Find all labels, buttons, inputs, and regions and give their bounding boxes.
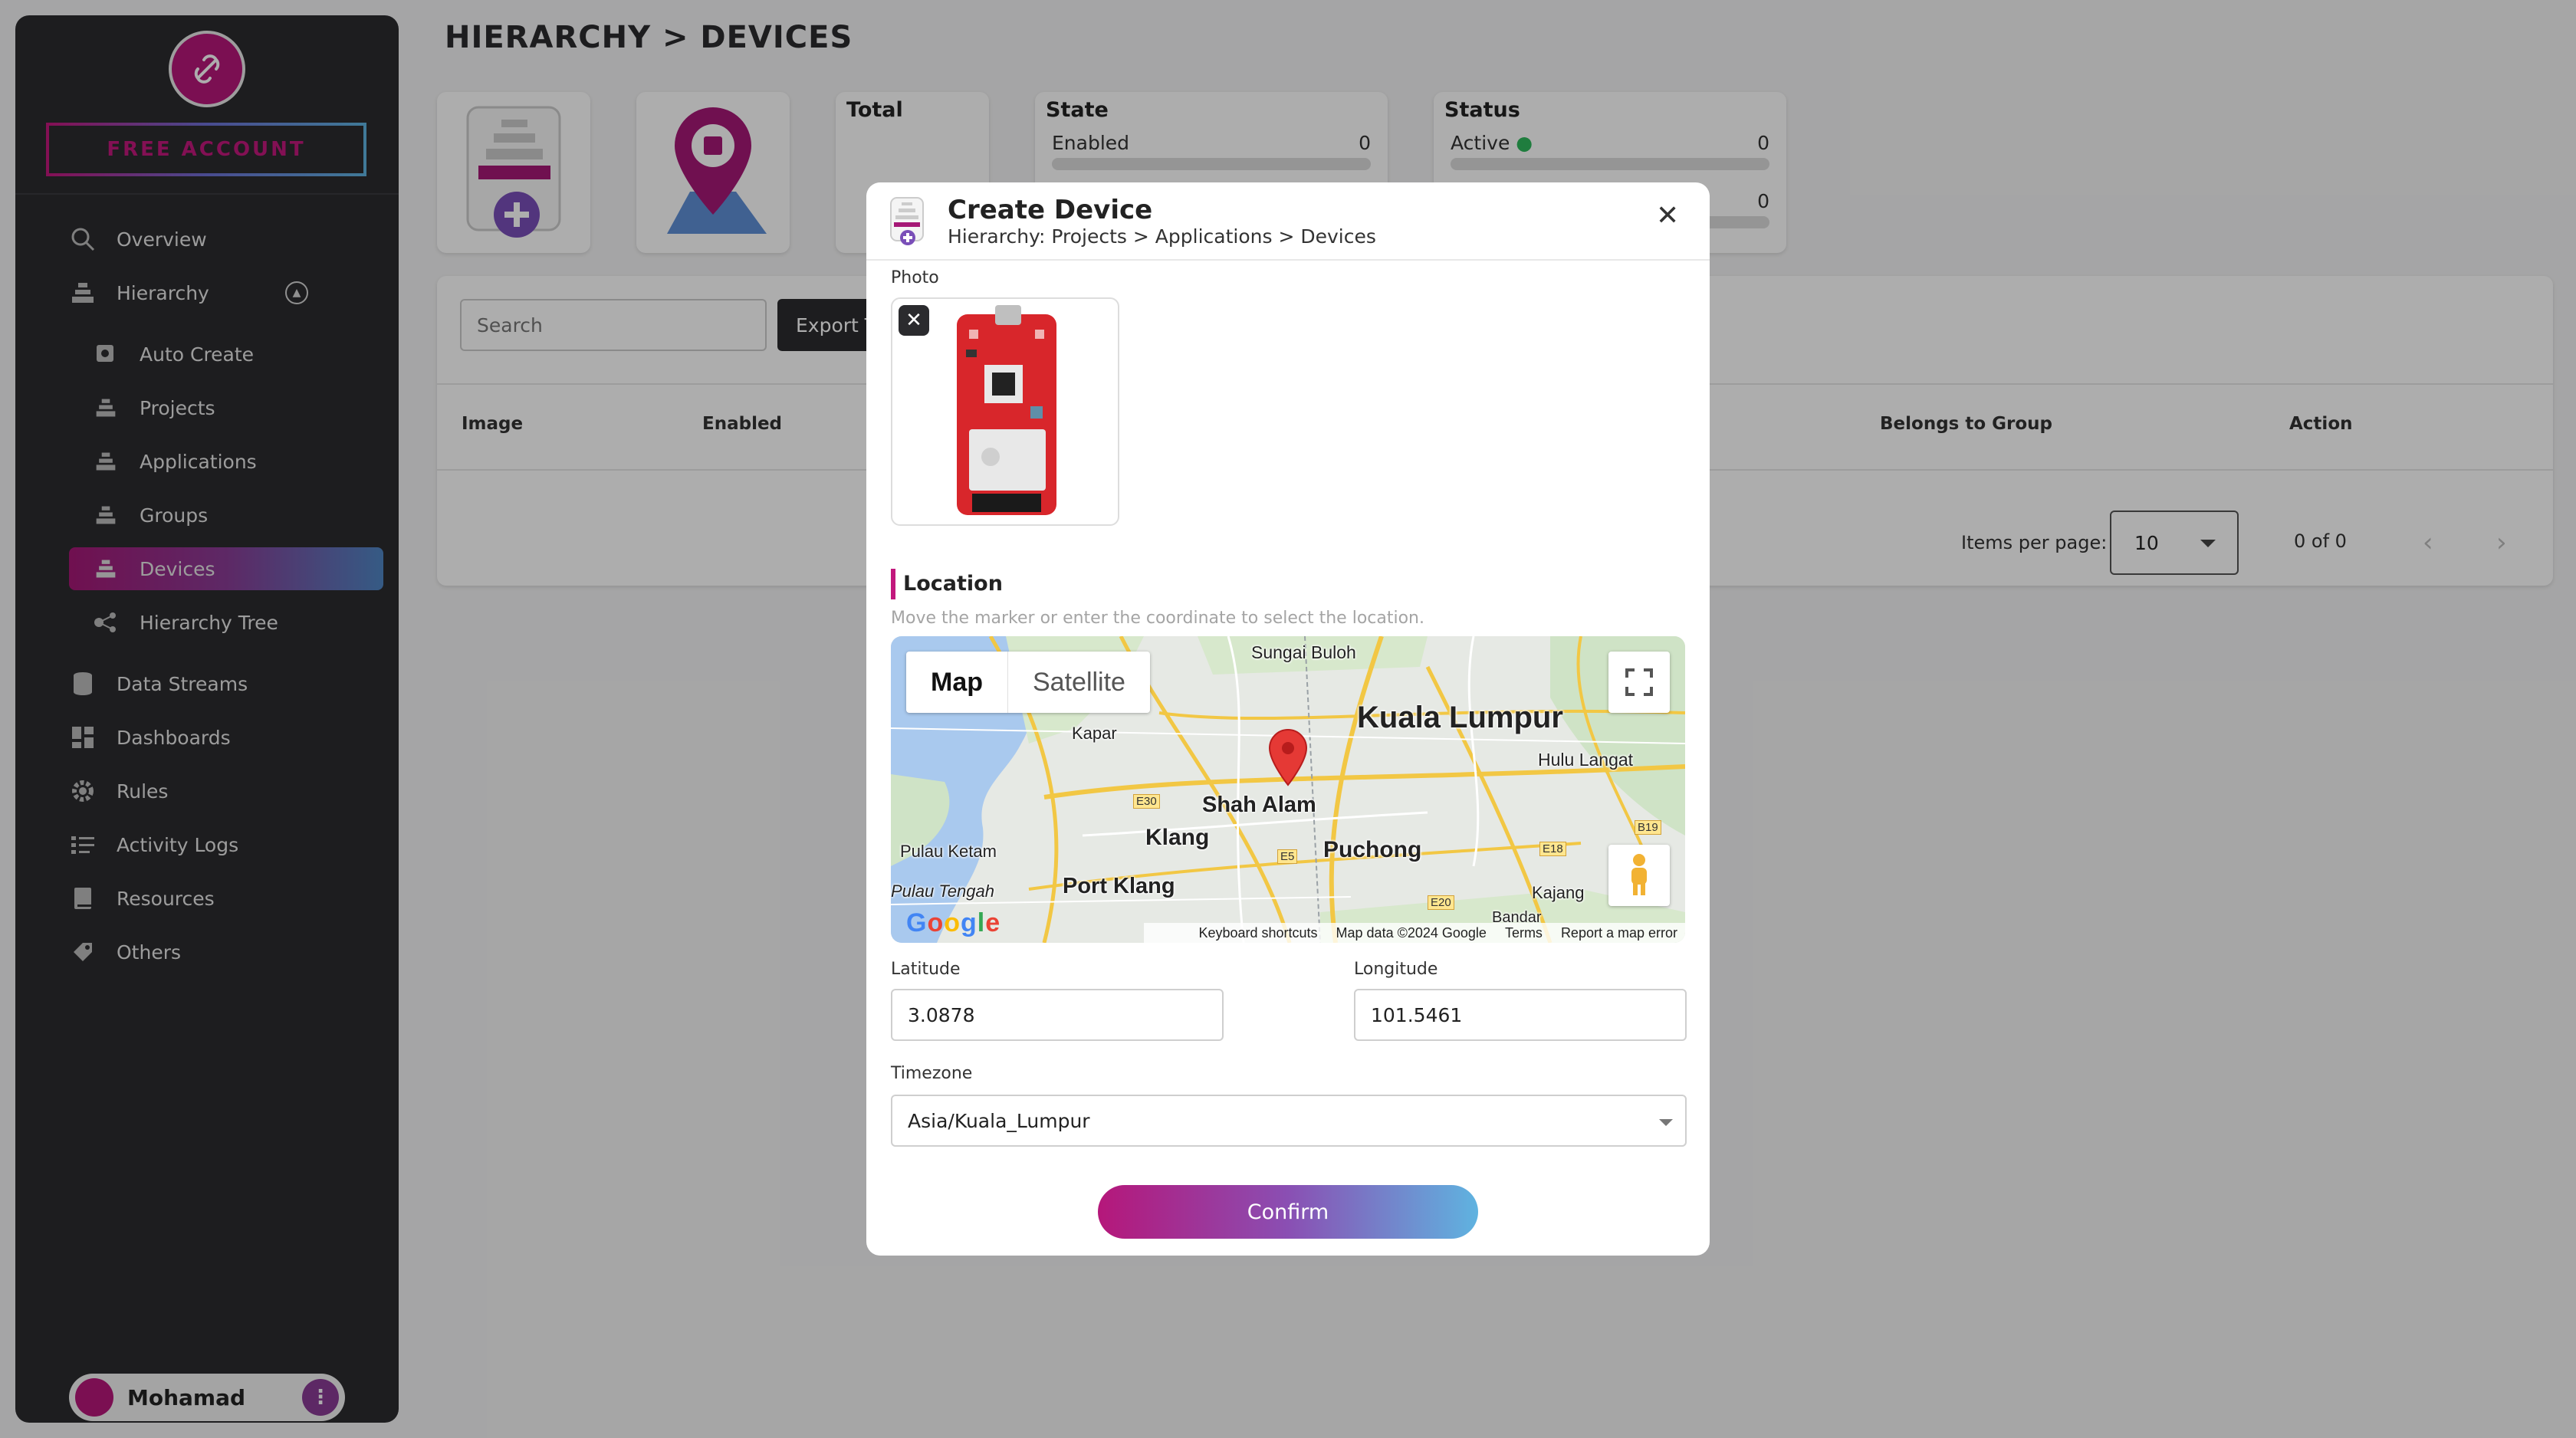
- dialog-breadcrumb: Hierarchy: Projects > Applications > Dev…: [948, 225, 1376, 248]
- road-shield-e20: E20: [1428, 895, 1454, 910]
- close-icon[interactable]: ✕: [1656, 202, 1679, 230]
- road-shield-e5: E5: [1277, 849, 1298, 864]
- road-shield-e30: E30: [1133, 794, 1160, 809]
- location-section-title: Location: [903, 572, 1003, 596]
- road-shield-b19: B19: [1635, 820, 1661, 835]
- google-logo: Google: [906, 908, 1001, 937]
- location-map[interactable]: Sungai Buloh Kuala Lumpur Kapar Hulu Lan…: [891, 636, 1685, 943]
- map-marker-icon[interactable]: [1267, 728, 1309, 790]
- dialog-title: Create Device: [948, 195, 1153, 225]
- timezone-select[interactable]: Asia/Kuala_Lumpur: [891, 1095, 1687, 1147]
- latitude-field[interactable]: 3.0878: [891, 989, 1224, 1041]
- map-label-shah-alam: Shah Alam: [1202, 793, 1316, 817]
- map-attribution-bar: Keyboard shortcuts Map data ©2024 Google…: [1144, 923, 1685, 943]
- map-type-toggle: Map Satellite: [906, 652, 1150, 713]
- map-label-kajang: Kajang: [1532, 883, 1585, 902]
- section-accent-bar: [891, 569, 895, 599]
- map-label-port-klang: Port Klang: [1063, 874, 1175, 898]
- map-data-attribution: Map data ©2024 Google: [1336, 924, 1487, 941]
- caret-down-icon: [1659, 1119, 1673, 1126]
- report-map-error-link[interactable]: Report a map error: [1561, 925, 1677, 941]
- map-label-puchong: Puchong: [1323, 837, 1422, 862]
- satellite-tab[interactable]: Satellite: [1007, 652, 1150, 713]
- photo-label: Photo: [891, 268, 939, 287]
- confirm-button[interactable]: Confirm: [1098, 1185, 1478, 1239]
- keyboard-shortcuts-link[interactable]: Keyboard shortcuts: [1198, 925, 1317, 941]
- remove-photo-button[interactable]: ✕: [899, 305, 929, 336]
- map-label-kuala-lumpur: Kuala Lumpur: [1357, 701, 1563, 734]
- longitude-field[interactable]: 101.5461: [1354, 989, 1687, 1041]
- map-label-pulau-tengah: Pulau Tengah: [891, 882, 994, 901]
- map-tab[interactable]: Map: [906, 652, 1007, 713]
- road-shield-e18: E18: [1539, 842, 1566, 856]
- terms-link[interactable]: Terms: [1505, 925, 1543, 941]
- create-device-dialog: Create Device Hierarchy: Projects > Appl…: [866, 182, 1710, 1256]
- map-label-kapar: Kapar: [1072, 724, 1117, 743]
- map-label-pulau-ketam: Pulau Ketam: [900, 842, 997, 861]
- timezone-label: Timezone: [891, 1064, 973, 1083]
- timezone-value: Asia/Kuala_Lumpur: [908, 1109, 1090, 1132]
- device-stack-icon: [890, 197, 924, 245]
- location-hint: Move the marker or enter the coordinate …: [891, 609, 1424, 628]
- device-photo[interactable]: ✕: [891, 297, 1119, 526]
- street-view-pegman-icon[interactable]: [1608, 845, 1670, 906]
- dialog-header: Create Device Hierarchy: Projects > Appl…: [866, 182, 1710, 261]
- map-label-klang: Klang: [1145, 825, 1210, 850]
- latitude-label: Latitude: [891, 960, 961, 979]
- longitude-label: Longitude: [1354, 960, 1438, 979]
- map-label-hulu-langat: Hulu Langat: [1538, 750, 1634, 770]
- map-label-sungai-buloh: Sungai Buloh: [1251, 642, 1356, 662]
- fullscreen-icon[interactable]: [1608, 652, 1670, 713]
